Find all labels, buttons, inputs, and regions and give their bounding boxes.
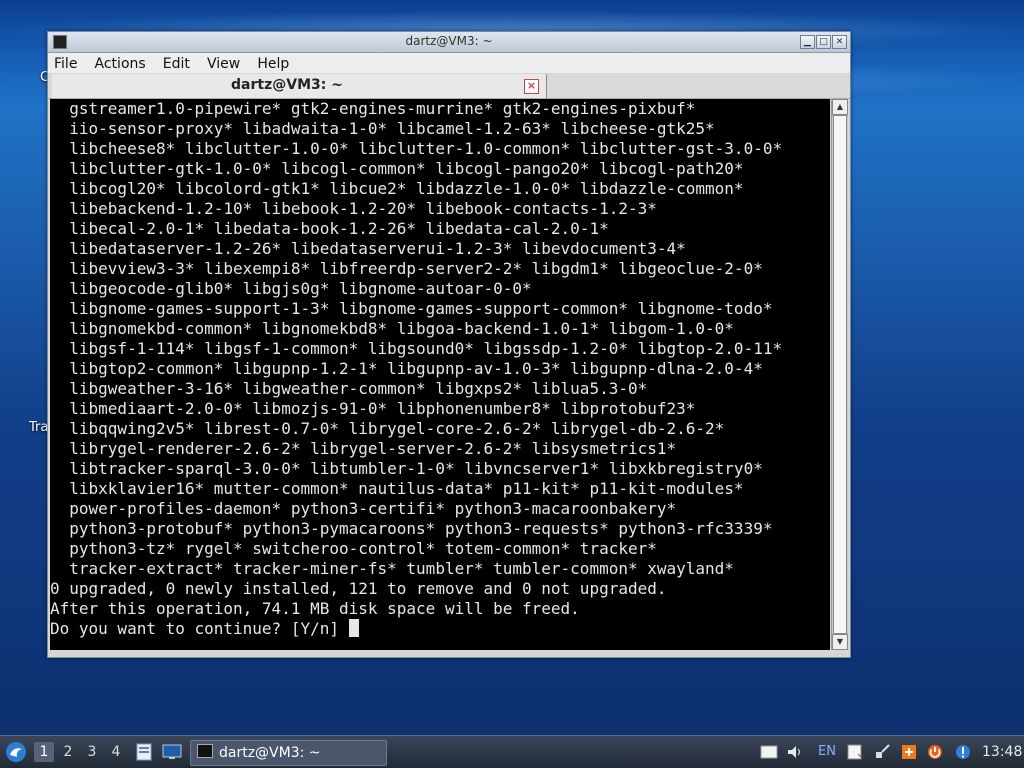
terminal-line: libcheese8* libclutter-1.0-0* libclutter… bbox=[50, 139, 783, 158]
terminal-line: libgweather-3-16* libgweather-common* li… bbox=[50, 379, 648, 398]
menu-help[interactable]: Help bbox=[251, 54, 295, 74]
terminal-line: python3-protobuf* python3-pymacaroons* p… bbox=[50, 519, 773, 538]
alert-icon[interactable] bbox=[954, 744, 972, 760]
terminal-prompt: Do you want to continue? [Y/n] bbox=[50, 619, 349, 638]
terminal-text: gstreamer1.0-pipewire* gtk2-engines-murr… bbox=[50, 99, 830, 639]
terminal-line: libcogl20* libcolord-gtk1* libcue2* libd… bbox=[50, 179, 744, 198]
terminal-summary: After this operation, 74.1 MB disk space… bbox=[50, 599, 580, 618]
file-manager-icon[interactable] bbox=[136, 743, 152, 761]
terminal-line: libgeocode-glib0* libgjs0g* libgnome-aut… bbox=[50, 279, 532, 298]
minimize-button[interactable]: ▁ bbox=[800, 35, 815, 49]
tab-label: dartz@VM3: ~ bbox=[231, 77, 343, 93]
terminal-line: python3-tz* rygel* switcheroo-control* t… bbox=[50, 539, 657, 558]
terminal-line: libmediaart-2.0-0* libmozjs-91-0* libpho… bbox=[50, 399, 696, 418]
window-titlebar[interactable]: dartz@VM3: ~ ▁ □ ✕ bbox=[48, 32, 850, 53]
menu-view[interactable]: View bbox=[201, 54, 246, 74]
terminal-line: libgsf-1-114* libgsf-1-common* libgsound… bbox=[50, 339, 783, 358]
terminal-line: libgnomekbd-common* libgnomekbd8* libgoa… bbox=[50, 319, 734, 338]
terminal-line: libclutter-gtk-1.0-0* libcogl-common* li… bbox=[50, 159, 744, 178]
update-notifier-icon[interactable] bbox=[900, 744, 918, 760]
terminal-line: libgnome-games-support-1-3* libgnome-gam… bbox=[50, 299, 773, 318]
desktop-icon-label-trash[interactable]: Tra bbox=[29, 420, 48, 435]
terminal-line: libqqwing2v5* librest-0.7-0* librygel-co… bbox=[50, 419, 725, 438]
terminal-task-icon bbox=[197, 744, 213, 758]
window-title: dartz@VM3: ~ bbox=[405, 34, 493, 48]
terminal-line: librygel-renderer-2.6-2* librygel-server… bbox=[50, 439, 677, 458]
taskbar: 1 2 3 4 dartz@VM3: ~ EN 13:48 bbox=[0, 735, 1024, 768]
workspace-4[interactable]: 4 bbox=[106, 742, 126, 762]
terminal-scrollbar[interactable]: ▲ ▼ bbox=[831, 99, 848, 650]
tab-terminal[interactable]: dartz@VM3: ~ × bbox=[52, 74, 547, 98]
task-label: dartz@VM3: ~ bbox=[219, 745, 321, 761]
workspace-2[interactable]: 2 bbox=[58, 742, 78, 762]
tab-close-icon[interactable]: × bbox=[524, 79, 539, 94]
terminal-line: gstreamer1.0-pipewire* gtk2-engines-murr… bbox=[50, 99, 696, 118]
volume-icon[interactable] bbox=[786, 744, 804, 760]
terminal-summary: 0 upgraded, 0 newly installed, 121 to re… bbox=[50, 579, 667, 598]
terminal-line: libxklavier16* mutter-common* nautilus-d… bbox=[50, 479, 744, 498]
terminal-line: libecal-2.0-1* libedata-book-1.2-26* lib… bbox=[50, 219, 609, 238]
menu-actions[interactable]: Actions bbox=[89, 54, 152, 74]
terminal-line: libgtop2-common* libgupnp-1.2-1* libgupn… bbox=[50, 359, 763, 378]
workspace-3[interactable]: 3 bbox=[82, 742, 102, 762]
terminal-line: tracker-extract* tracker-miner-fs* tumbl… bbox=[50, 559, 734, 578]
menubar: File Actions Edit View Help bbox=[48, 53, 850, 73]
scroll-down-icon[interactable]: ▼ bbox=[832, 634, 848, 650]
menu-edit[interactable]: Edit bbox=[157, 54, 196, 74]
clock[interactable]: 13:48 bbox=[982, 736, 1022, 768]
terminal-line: power-profiles-daemon* python3-certifi* … bbox=[50, 499, 677, 518]
keyboard-layout-indicator[interactable]: EN bbox=[818, 736, 836, 768]
desktop-show-icon[interactable] bbox=[162, 744, 182, 760]
network-icon[interactable] bbox=[874, 744, 892, 760]
maximize-button[interactable]: □ bbox=[816, 35, 831, 49]
terminal-line: libebackend-1.2-10* libebook-1.2-20* lib… bbox=[50, 199, 657, 218]
terminal-window: dartz@VM3: ~ ▁ □ ✕ File Actions Edit Vie… bbox=[47, 31, 851, 658]
terminal-line: libedataserver-1.2-26* libedataserverui-… bbox=[50, 239, 686, 258]
terminal-output[interactable]: gstreamer1.0-pipewire* gtk2-engines-murr… bbox=[50, 99, 830, 650]
scrollbar-thumb[interactable] bbox=[833, 115, 847, 634]
workspace-1[interactable]: 1 bbox=[34, 742, 54, 762]
close-button[interactable]: ✕ bbox=[832, 35, 847, 49]
scroll-up-icon[interactable]: ▲ bbox=[832, 99, 848, 115]
terminal-line: iio-sensor-proxy* libadwaita-1-0* libcam… bbox=[50, 119, 715, 138]
notes-icon[interactable] bbox=[846, 744, 864, 760]
terminal-line: libtracker-sparql-3.0-0* libtumbler-1-0*… bbox=[50, 459, 763, 478]
menu-file[interactable]: File bbox=[48, 54, 83, 74]
terminal-line: libevview3-3* libexempi8* libfreerdp-ser… bbox=[50, 259, 763, 278]
tab-bar: dartz@VM3: ~ × bbox=[48, 74, 850, 99]
taskbar-task-terminal[interactable]: dartz@VM3: ~ bbox=[190, 740, 387, 766]
power-icon[interactable] bbox=[926, 744, 944, 760]
text-cursor bbox=[348, 619, 359, 637]
clipboard-icon[interactable] bbox=[760, 744, 778, 760]
start-menu-icon[interactable] bbox=[5, 741, 27, 763]
